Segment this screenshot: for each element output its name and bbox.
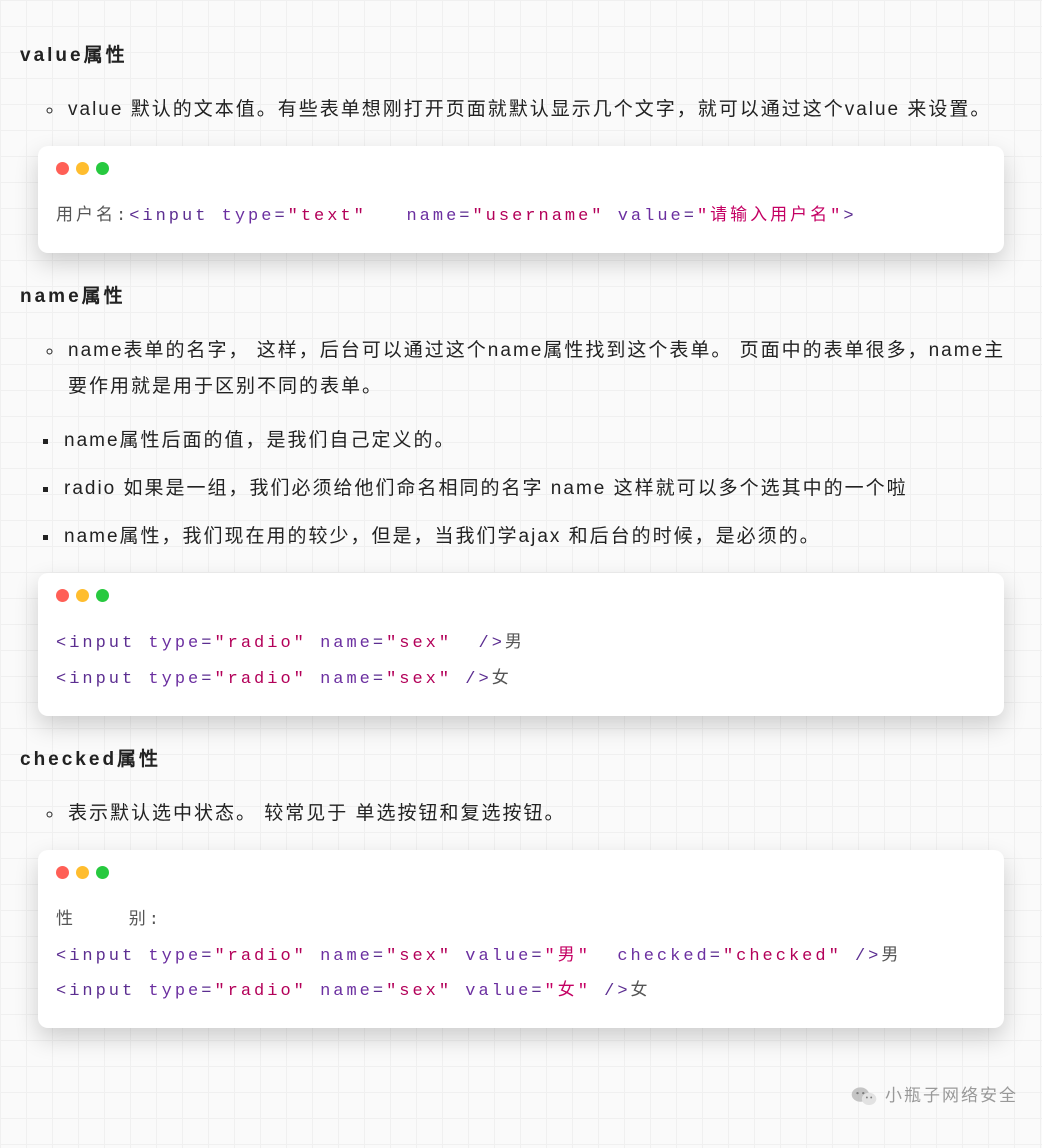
maximize-icon <box>96 589 109 602</box>
section-heading: name属性 <box>20 279 1022 315</box>
window-controls <box>56 866 986 879</box>
code-block: <input type="radio" name="sex" />男<input… <box>38 573 1004 715</box>
close-icon <box>56 866 69 879</box>
section-heading: checked属性 <box>20 742 1022 778</box>
close-icon <box>56 589 69 602</box>
bullet-sublist: name属性后面的值，是我们自己定义的。 radio 如果是一组，我们必须给他们… <box>20 423 1022 555</box>
list-item: name属性后面的值，是我们自己定义的。 <box>60 423 1022 459</box>
list-item: 表示默认选中状态。 较常见于 单选按钮和复选按钮。 <box>64 796 1022 832</box>
window-controls <box>56 589 986 602</box>
bullet-list: value 默认的文本值。有些表单想刚打开页面就默认显示几个文字，就可以通过这个… <box>20 92 1022 128</box>
minimize-icon <box>76 866 89 879</box>
list-item: name表单的名字， 这样，后台可以通过这个name属性找到这个表单。 页面中的… <box>64 333 1022 405</box>
bullet-list: 表示默认选中状态。 较常见于 单选按钮和复选按钮。 <box>20 796 1022 832</box>
list-item: radio 如果是一组，我们必须给他们命名相同的名字 name 这样就可以多个选… <box>60 471 1022 507</box>
section-heading: value属性 <box>20 38 1022 74</box>
list-item: value 默认的文本值。有些表单想刚打开页面就默认显示几个文字，就可以通过这个… <box>64 92 1022 128</box>
maximize-icon <box>96 866 109 879</box>
code-content: <input type="radio" name="sex" />男<input… <box>56 626 986 697</box>
code-block: 性 别:<input type="radio" name="sex" value… <box>38 850 1004 1028</box>
bullet-list: name表单的名字， 这样，后台可以通过这个name属性找到这个表单。 页面中的… <box>20 333 1022 405</box>
code-block: 用户名:<input type="text" name="username" v… <box>38 146 1004 253</box>
list-item: name属性，我们现在用的较少，但是，当我们学ajax 和后台的时候，是必须的。 <box>60 519 1022 555</box>
code-content: 性 别:<input type="radio" name="sex" value… <box>56 903 986 1010</box>
watermark-text: 小瓶子网络安全 <box>885 1080 1018 1112</box>
maximize-icon <box>96 162 109 175</box>
minimize-icon <box>76 162 89 175</box>
watermark: 小瓶子网络安全 <box>851 1080 1018 1112</box>
wechat-icon <box>851 1085 877 1107</box>
minimize-icon <box>76 589 89 602</box>
window-controls <box>56 162 986 175</box>
code-content: 用户名:<input type="text" name="username" v… <box>56 199 986 235</box>
close-icon <box>56 162 69 175</box>
